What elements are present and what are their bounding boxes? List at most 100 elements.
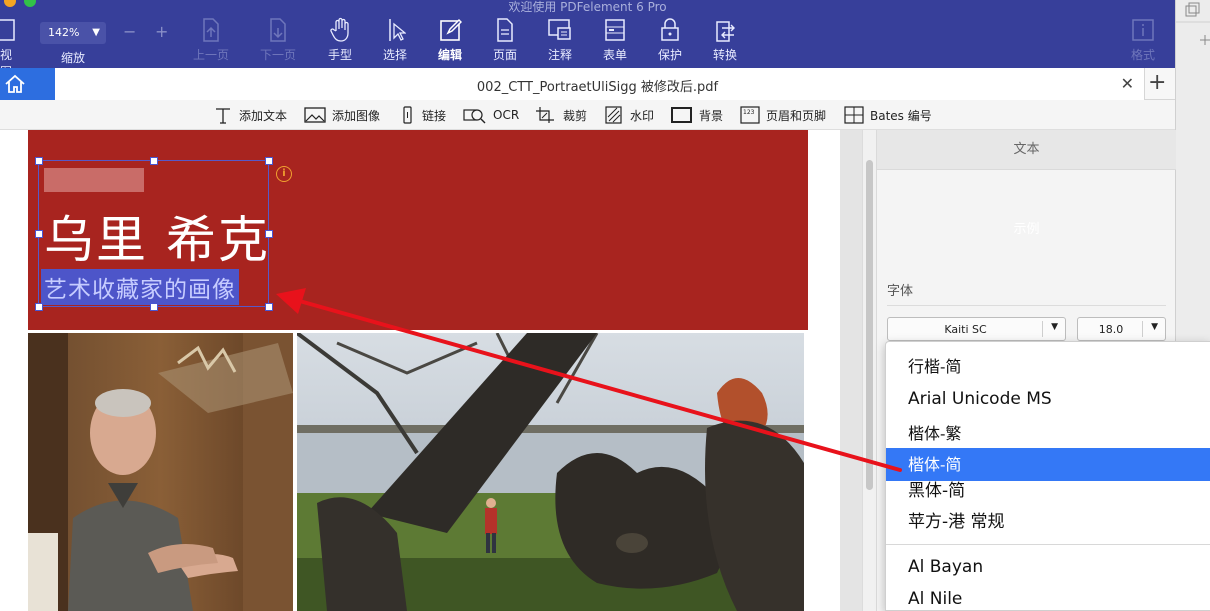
comment-icon	[548, 19, 571, 40]
format-button[interactable]: 格式	[1118, 16, 1168, 63]
font-family-select[interactable]: Kaiti SC ▼	[887, 317, 1066, 341]
document-tab[interactable]: 002_CTT_PortraetUliSigg 被修改后.pdf ✕	[55, 68, 1145, 100]
resize-handle[interactable]	[150, 303, 158, 311]
font-option[interactable]: 楷体-繁	[886, 417, 1210, 450]
zoom-in-button[interactable]: +	[155, 22, 168, 41]
page-tool-label: 页面	[492, 48, 517, 62]
hand-icon	[330, 17, 349, 42]
home-icon	[5, 74, 25, 93]
chevron-down-icon: ▼	[92, 27, 100, 38]
edit-icon	[440, 18, 462, 41]
bates-label: Bates 编号	[870, 108, 932, 123]
format-label: 格式	[1130, 48, 1155, 62]
hand-tool-button[interactable]: 手型	[315, 16, 365, 63]
divider	[887, 305, 1166, 306]
chevron-down-icon: ▼	[1051, 322, 1058, 332]
prev-page-label: 上一页	[192, 48, 229, 62]
page-icon	[497, 18, 513, 42]
info-panel-icon	[1132, 19, 1154, 41]
form-tool-button[interactable]: 表单	[590, 16, 640, 63]
lock-icon	[661, 18, 679, 41]
form-tool-label: 表单	[602, 48, 627, 62]
scrollbar-thumb[interactable]	[866, 160, 873, 490]
edit-tool-button[interactable]: 编辑	[425, 16, 475, 63]
resize-handle[interactable]	[35, 230, 43, 238]
zoom-out-button[interactable]: −	[123, 22, 136, 41]
add-image-button[interactable]: 添加图像	[304, 106, 380, 124]
convert-tool-button[interactable]: 转换	[700, 16, 750, 63]
portrait-photo	[28, 333, 293, 611]
add-text-label: 添加文本	[239, 108, 288, 123]
text-selection-box[interactable]	[38, 160, 269, 307]
close-icon[interactable]: ✕	[1121, 74, 1134, 93]
link-icon	[403, 106, 412, 124]
chevron-down-icon: ▼	[1151, 322, 1158, 332]
dropdown-divider	[886, 544, 1210, 545]
font-option[interactable]: Al Bayan	[886, 551, 1210, 584]
info-icon[interactable]: i	[276, 166, 292, 182]
comment-tool-button[interactable]: 注释	[535, 16, 585, 63]
page-up-icon	[203, 18, 219, 42]
prev-page-button[interactable]: 上一页	[186, 16, 236, 63]
hand-tool-label: 手型	[327, 48, 352, 62]
document-viewport[interactable]: 乌里 希克 艺术收藏家的画像 i	[0, 130, 862, 611]
crop-icon	[536, 107, 554, 123]
link-label: 链接	[422, 108, 447, 123]
font-dropdown-menu: 行楷-简 Arial Unicode MS 楷体-繁 楷体-简 黑体-简 苹方-…	[885, 341, 1210, 611]
watermark-label: 水印	[630, 108, 655, 123]
comment-tool-label: 注释	[547, 48, 572, 62]
panel-header: 文本	[877, 130, 1176, 170]
ocr-label: OCR	[493, 108, 520, 122]
cursor-icon	[389, 19, 406, 41]
background-icon	[671, 107, 692, 123]
font-option[interactable]: Al Nile	[886, 583, 1210, 611]
header-footer-button[interactable]: 123 页眉和页脚	[740, 106, 826, 124]
font-option[interactable]: 行楷-简	[886, 350, 1210, 383]
ocr-button[interactable]: OCR	[463, 106, 519, 124]
zoom-value: 142%	[48, 26, 80, 39]
next-page-button[interactable]: 下一页	[253, 16, 303, 63]
select-tool-button[interactable]: 选择	[370, 16, 420, 63]
restore-icon	[1176, 2, 1210, 45]
font-size-value: 18.0	[1098, 323, 1124, 336]
bates-icon	[844, 106, 864, 124]
form-icon	[605, 19, 625, 41]
watermark-button[interactable]: 水印	[604, 106, 654, 124]
new-tab-button[interactable]: +	[1148, 70, 1166, 95]
convert-tool-label: 转换	[712, 48, 737, 62]
resize-handle[interactable]	[265, 230, 273, 238]
text-icon	[216, 108, 230, 124]
crop-label: 裁剪	[563, 108, 588, 123]
page-tool-button[interactable]: 页面	[480, 16, 530, 63]
resize-handle[interactable]	[35, 157, 43, 165]
link-button[interactable]: 链接	[400, 106, 446, 124]
resize-handle[interactable]	[35, 303, 43, 311]
resize-handle[interactable]	[265, 157, 273, 165]
document-scrollbar[interactable]	[862, 130, 876, 611]
crop-button[interactable]: 裁剪	[535, 106, 587, 124]
font-option[interactable]: 黑体-简	[886, 475, 1210, 508]
font-size-select[interactable]: 18.0 ▼	[1077, 317, 1166, 341]
bates-button[interactable]: Bates 编号	[844, 106, 932, 124]
next-page-label: 下一页	[259, 48, 296, 62]
zoom-select[interactable]: 142% ▼	[40, 22, 106, 44]
font-option[interactable]: 苹方-港 常规	[886, 506, 1210, 539]
header-footer-icon: 123	[740, 106, 760, 124]
page-down-icon	[270, 18, 286, 42]
header-footer-label: 页眉和页脚	[766, 108, 827, 123]
font-section-label: 字体	[887, 284, 914, 299]
ocr-icon	[463, 109, 486, 124]
protect-tool-button[interactable]: 保护	[645, 16, 695, 63]
svg-text:123: 123	[743, 109, 755, 116]
home-button[interactable]	[0, 68, 55, 100]
resize-handle[interactable]	[150, 157, 158, 165]
font-option[interactable]: Arial Unicode MS	[886, 383, 1210, 416]
add-text-button[interactable]: 添加文本	[213, 106, 287, 124]
resize-handle[interactable]	[265, 303, 273, 311]
background-button[interactable]: 背景	[671, 106, 723, 124]
view-icon	[0, 19, 15, 41]
convert-icon	[716, 21, 735, 42]
edit-toolbar: 添加文本 添加图像 链接 OCR 裁剪 水印 背景 123 页眉和页脚 Bate…	[0, 100, 1175, 130]
image-icon	[304, 107, 326, 123]
font-sample: 示例	[1013, 222, 1040, 237]
